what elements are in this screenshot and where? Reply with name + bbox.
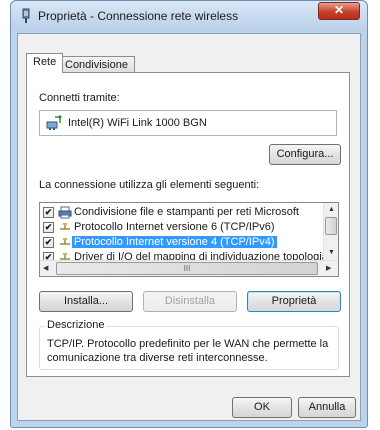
list-item[interactable]: ✔ Condivisione file e stampanti per reti…	[40, 205, 325, 221]
connect-via-label: Connetti tramite:	[39, 92, 120, 104]
list-item[interactable]: ✔ Protocollo Internet versione 6 (TCP/IP…	[40, 220, 325, 236]
components-list[interactable]: ✔ Condivisione file e stampanti per reti…	[39, 202, 339, 277]
horizontal-scrollbar[interactable]: ◀ III ▶	[40, 260, 338, 276]
list-item-label: Protocollo Internet versione 4 (TCP/IPv4…	[72, 236, 277, 248]
scroll-thumb[interactable]	[325, 217, 337, 235]
close-icon: ✕	[333, 3, 345, 17]
properties-dialog: Proprietà - Connessione rete wireless ✕ …	[10, 0, 368, 428]
printer-share-icon	[58, 206, 72, 219]
vertical-scrollbar[interactable]: ▲ ▼	[323, 203, 338, 261]
network-protocol-icon	[60, 238, 70, 245]
checkbox[interactable]: ✔	[43, 222, 54, 233]
scroll-thumb[interactable]: III	[56, 262, 318, 275]
tab-panel-rete: Connetti tramite: Intel(R) WiFi Link 100…	[26, 72, 350, 377]
properties-button[interactable]: Proprietà	[247, 291, 341, 312]
title-bar[interactable]: Proprietà - Connessione rete wireless ✕	[11, 1, 367, 31]
scroll-up-icon[interactable]: ▲	[328, 206, 335, 213]
tab-rete[interactable]: Rete	[26, 53, 64, 73]
description-text: TCP/IP. Protocollo predefinito per le WA…	[47, 338, 329, 364]
scroll-right-icon[interactable]: ▶	[326, 264, 331, 272]
configure-button[interactable]: Configura...	[269, 144, 341, 165]
list-item-label: Protocollo Internet versione 6 (TCP/IPv6…	[74, 221, 275, 233]
dialog-client-area: Rete Condivisione Connetti tramite: Inte…	[17, 33, 361, 421]
description-label: Descrizione	[45, 319, 107, 331]
adapter-field: Intel(R) WiFi Link 1000 BGN	[39, 110, 337, 136]
network-protocol-icon	[60, 223, 70, 230]
ok-button[interactable]: OK	[232, 397, 292, 418]
checkbox[interactable]: ✔	[43, 207, 54, 218]
cancel-button[interactable]: Annulla	[298, 397, 356, 418]
window-title: Proprietà - Connessione rete wireless	[38, 9, 239, 23]
list-item-selected[interactable]: ✔ Protocollo Internet versione 4 (TCP/IP…	[40, 235, 325, 251]
install-button[interactable]: Installa...	[39, 291, 133, 312]
components-label: La connessione utilizza gli elementi seg…	[39, 179, 260, 191]
adapter-name: Intel(R) WiFi Link 1000 BGN	[68, 117, 207, 129]
close-button[interactable]: ✕	[318, 2, 360, 20]
checkbox[interactable]: ✔	[43, 237, 54, 248]
network-adapter-icon	[22, 8, 30, 23]
uninstall-button[interactable]: Disinstalla	[143, 291, 237, 312]
list-item-label: Condivisione file e stampanti per reti M…	[74, 206, 299, 218]
scroll-left-icon[interactable]: ◀	[43, 264, 48, 272]
scroll-down-icon[interactable]: ▼	[328, 249, 335, 256]
tab-condivisione[interactable]: Condivisione	[58, 56, 135, 72]
network-card-icon	[46, 115, 62, 130]
